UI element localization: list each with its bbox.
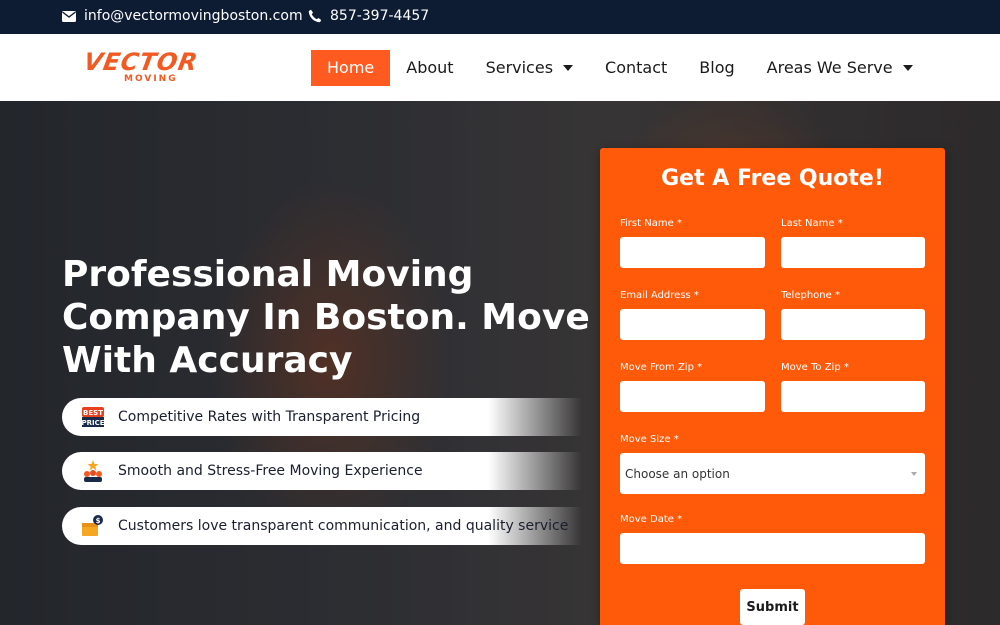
nav-home[interactable]: Home bbox=[311, 50, 391, 86]
to-zip-input[interactable] bbox=[781, 381, 925, 412]
caret-down-icon bbox=[902, 65, 913, 71]
topbar-email[interactable]: info@vectormovingboston.com bbox=[62, 8, 303, 24]
feature-pill: $ Customers love transparent communicati… bbox=[62, 507, 582, 545]
move-size-value: Choose an option bbox=[625, 466, 730, 481]
telephone-label: Telephone * bbox=[781, 290, 840, 301]
svg-text:$: $ bbox=[96, 517, 101, 525]
last-name-label: Last Name * bbox=[781, 218, 843, 229]
hero-title: Professional Moving Company In Boston. M… bbox=[62, 254, 590, 381]
nav-services[interactable]: Services bbox=[470, 50, 589, 86]
chevron-down-icon bbox=[911, 472, 917, 476]
money-box-icon: $ bbox=[80, 513, 106, 539]
first-name-label: First Name * bbox=[620, 218, 682, 229]
from-zip-label: Move From Zip * bbox=[620, 362, 703, 373]
feature-pill: Smooth and Stress-Free Moving Experience bbox=[62, 452, 582, 490]
phone-icon bbox=[308, 9, 322, 23]
first-name-input[interactable] bbox=[620, 237, 765, 268]
move-date-input[interactable] bbox=[620, 533, 925, 564]
topbar-phone-text: 857-397-4457 bbox=[330, 8, 430, 24]
logo-subtitle: MOVING bbox=[124, 74, 178, 84]
svg-text:PRICE: PRICE bbox=[81, 419, 104, 427]
feature-text: Customers love transparent communication… bbox=[118, 518, 569, 534]
last-name-input[interactable] bbox=[781, 237, 925, 268]
move-date-label: Move Date * bbox=[620, 514, 683, 525]
nav-contact[interactable]: Contact bbox=[589, 50, 683, 86]
nav-services-label: Services bbox=[485, 58, 554, 77]
feature-text: Smooth and Stress-Free Moving Experience bbox=[118, 463, 423, 479]
nav-about[interactable]: About bbox=[390, 50, 469, 86]
submit-button[interactable]: Submit bbox=[740, 589, 805, 625]
feature-pill: BEST PRICE Competitive Rates with Transpa… bbox=[62, 398, 582, 436]
nav-contact-label: Contact bbox=[605, 58, 668, 77]
email-input[interactable] bbox=[620, 309, 765, 340]
main-nav: Home About Services Contact Blog Areas W… bbox=[311, 50, 929, 86]
top-bar: info@vectormovingboston.com 857-397-4457 bbox=[0, 0, 1000, 34]
site-logo[interactable]: VECTOR MOVING bbox=[81, 48, 229, 87]
nav-areas[interactable]: Areas We Serve bbox=[751, 50, 929, 86]
quote-form: Get A Free Quote! First Name * Last Name… bbox=[600, 148, 945, 625]
nav-about-label: About bbox=[406, 58, 454, 77]
team-icon bbox=[80, 458, 106, 484]
nav-home-label: Home bbox=[327, 58, 375, 77]
to-zip-label: Move To Zip * bbox=[781, 362, 849, 373]
best-price-icon: BEST PRICE bbox=[80, 404, 106, 430]
nav-blog[interactable]: Blog bbox=[683, 50, 750, 86]
caret-down-icon bbox=[563, 65, 574, 71]
envelope-icon bbox=[62, 10, 76, 22]
topbar-phone[interactable]: 857-397-4457 bbox=[308, 8, 429, 24]
move-size-select[interactable]: Choose an option bbox=[620, 453, 925, 494]
site-header: VECTOR MOVING Home About Services Contac… bbox=[0, 34, 1000, 101]
email-label: Email Address * bbox=[620, 290, 699, 301]
move-size-label: Move Size * bbox=[620, 434, 679, 445]
feature-text: Competitive Rates with Transparent Prici… bbox=[118, 409, 421, 425]
telephone-input[interactable] bbox=[781, 309, 925, 340]
nav-areas-label: Areas We Serve bbox=[766, 58, 893, 77]
quote-form-title: Get A Free Quote! bbox=[661, 166, 884, 191]
topbar-email-text: info@vectormovingboston.com bbox=[84, 8, 303, 24]
hero-section: Professional Moving Company In Boston. M… bbox=[0, 101, 1000, 625]
logo-wordmark: VECTOR bbox=[81, 48, 201, 76]
from-zip-input[interactable] bbox=[620, 381, 765, 412]
nav-blog-label: Blog bbox=[699, 58, 735, 77]
svg-text:BEST: BEST bbox=[83, 409, 103, 417]
